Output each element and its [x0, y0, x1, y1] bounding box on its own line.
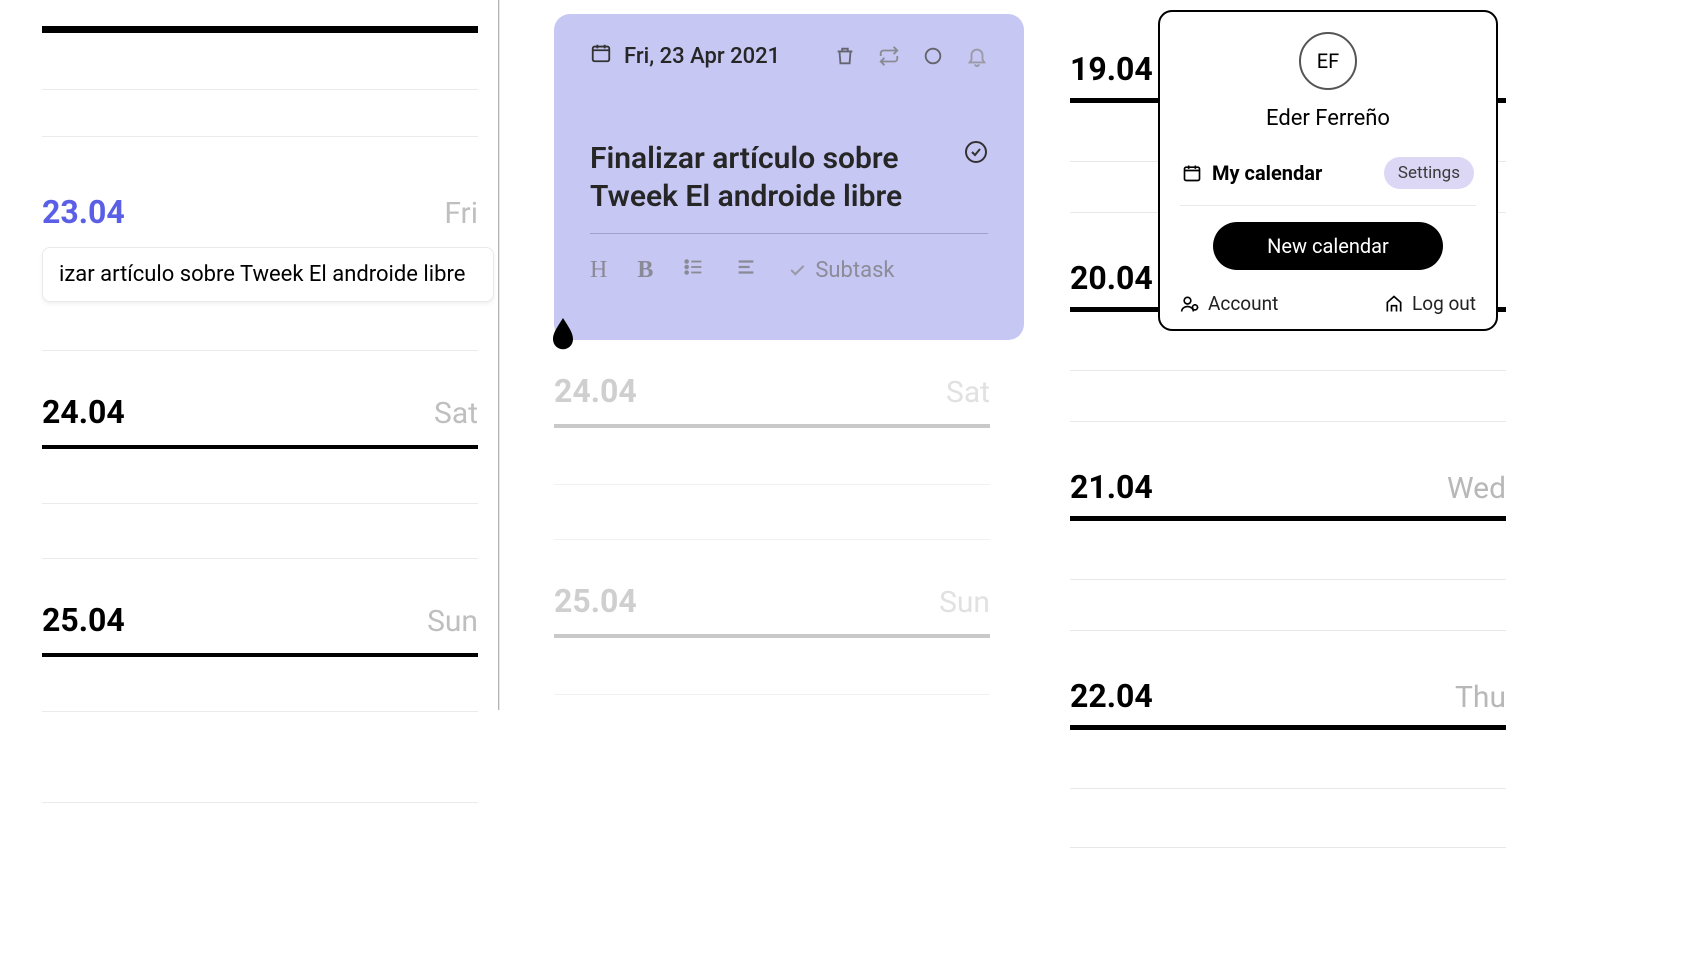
divider-thick [42, 445, 478, 449]
new-calendar-button[interactable]: New calendar [1213, 222, 1443, 270]
divider-thick [42, 653, 478, 657]
day-date: 21.04 [1070, 468, 1153, 506]
bell-icon[interactable] [966, 45, 988, 67]
task-editor: Fri, 23 Apr 2021 [554, 14, 1024, 340]
editor-separator [590, 233, 988, 234]
divider-line [42, 89, 478, 90]
day-header-22[interactable]: 22.04 Thu [1070, 677, 1506, 715]
day-name: Sat [434, 396, 478, 431]
subtask-button[interactable]: Subtask [787, 258, 894, 283]
profile-popover: EF Eder Ferreño My calendar Settings New… [1158, 10, 1498, 331]
day-name: Fri [444, 196, 478, 231]
divider-line [1070, 579, 1506, 580]
logout-button[interactable]: Log out [1384, 292, 1476, 315]
editor-date-label: Fri, 23 Apr 2021 [624, 44, 780, 69]
popover-separator [1180, 205, 1476, 206]
divider-line [1070, 421, 1506, 422]
divider-line [42, 350, 478, 351]
divider-line [42, 558, 478, 559]
day-name: Sun [427, 604, 478, 639]
day-header-sun-faded[interactable]: 25.04 Sun [554, 582, 990, 620]
day-header-21[interactable]: 21.04 Wed [1070, 468, 1506, 506]
divider-line [42, 802, 478, 803]
avatar-initials: EF [1317, 49, 1339, 73]
day-name: Sat [946, 375, 990, 410]
align-button[interactable] [735, 256, 757, 284]
divider-line [1070, 847, 1506, 848]
day-date: 23.04 [42, 193, 125, 231]
day-date: 25.04 [554, 582, 637, 620]
day-date: 24.04 [554, 372, 637, 410]
account-button[interactable]: Account [1180, 292, 1278, 315]
divider-line [42, 136, 478, 137]
task-text: izar artículo sobre Tweek El androide li… [59, 262, 465, 287]
drop-icon[interactable] [548, 315, 578, 349]
heading-format-button[interactable]: H [590, 257, 607, 284]
divider-line [42, 503, 478, 504]
my-calendar-item[interactable]: My calendar [1182, 161, 1322, 185]
divider-line [42, 711, 478, 712]
divider-line [1070, 788, 1506, 789]
account-label: Account [1208, 292, 1278, 315]
complete-icon[interactable] [964, 140, 988, 168]
new-calendar-label: New calendar [1267, 234, 1389, 258]
profile-name: Eder Ferreño [1180, 106, 1476, 131]
day-date: 22.04 [1070, 677, 1153, 715]
format-toolbar: H B Subtask [590, 256, 988, 284]
bullet-list-button[interactable] [683, 256, 705, 284]
divider-line [554, 484, 990, 485]
day-header-friday[interactable]: 23.04 Fri [42, 193, 478, 231]
column-divider [498, 0, 500, 710]
divider-thick [1070, 516, 1506, 521]
divider-line [554, 539, 990, 540]
day-name: Wed [1447, 471, 1506, 506]
day-date: 19.04 [1070, 50, 1153, 88]
day-name: Sun [939, 585, 990, 620]
divider-thick [554, 634, 990, 638]
day-date: 20.04 [1070, 259, 1153, 297]
delete-icon[interactable] [834, 45, 856, 67]
divider-thick [42, 26, 478, 33]
repeat-icon[interactable] [878, 45, 900, 67]
divider-thick [1070, 725, 1506, 730]
day-header-saturday[interactable]: 24.04 Sat [42, 393, 478, 431]
day-header-sat-faded[interactable]: 24.04 Sat [554, 372, 990, 410]
subtask-label: Subtask [815, 258, 894, 283]
task-card[interactable]: izar artículo sobre Tweek El androide li… [42, 247, 494, 302]
middle-column: Fri, 23 Apr 2021 [540, 0, 1030, 848]
calendar-icon[interactable] [590, 42, 612, 70]
bold-format-button[interactable]: B [637, 257, 653, 284]
editor-title[interactable]: Finalizar artículo sobre Tweek El androi… [590, 140, 930, 215]
my-calendar-label: My calendar [1212, 161, 1322, 185]
left-column: 23.04 Fri izar artículo sobre Tweek El a… [20, 0, 510, 848]
avatar[interactable]: EF [1299, 32, 1357, 90]
logout-label: Log out [1412, 292, 1476, 315]
circle-icon[interactable] [922, 45, 944, 67]
day-name: Thu [1455, 680, 1506, 715]
settings-label: Settings [1398, 163, 1460, 183]
divider-thick [554, 424, 990, 428]
divider-line [1070, 630, 1506, 631]
day-header-sunday[interactable]: 25.04 Sun [42, 601, 478, 639]
divider-line [554, 694, 990, 695]
settings-button[interactable]: Settings [1384, 157, 1474, 189]
day-date: 25.04 [42, 601, 125, 639]
divider-line [1070, 370, 1506, 371]
day-date: 24.04 [42, 393, 125, 431]
